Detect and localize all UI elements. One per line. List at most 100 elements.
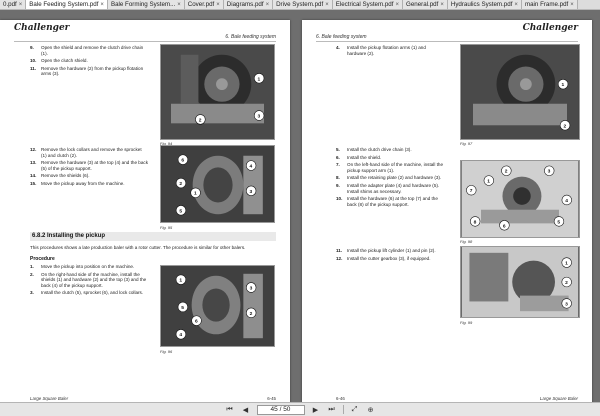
brand-logo: Challenger xyxy=(14,23,70,33)
step-text: On the left-hand side of the machine, in… xyxy=(347,162,444,173)
svg-text:1: 1 xyxy=(487,178,490,184)
tab-8[interactable]: Hydraulics System.pdf × xyxy=(447,0,522,9)
header-rule xyxy=(14,41,276,42)
figure-caption: Fig. 95 xyxy=(160,225,173,230)
tab-2[interactable]: Bale Forming System... × xyxy=(107,0,185,9)
close-tab-icon[interactable]: × xyxy=(325,0,329,9)
step-number: 6. xyxy=(336,154,340,160)
svg-text:1: 1 xyxy=(562,82,565,88)
steps-block-mid: 12. Remove the lock collars and remove th… xyxy=(30,147,148,189)
steps-block-bottom: 11. Install the pickup lift cylinder (1) … xyxy=(336,248,446,263)
svg-text:1: 1 xyxy=(565,261,568,267)
step-number: 8. xyxy=(336,175,340,181)
tab-1[interactable]: Bale Feeding System.pdf × xyxy=(26,0,108,9)
last-page-icon[interactable]: ⏭ xyxy=(327,405,337,415)
pdf-viewer-app: 0.pdf × Bale Feeding System.pdf × Bale Formi… xyxy=(0,0,600,416)
svg-text:1: 1 xyxy=(194,191,197,197)
tab-label: Hydraulics System.pdf xyxy=(450,1,513,8)
svg-text:6: 6 xyxy=(503,223,506,229)
figure-98: 7 1 2 3 4 5 6 8 xyxy=(460,160,580,238)
step-number: 14. xyxy=(30,173,37,179)
step-item: 14. Remove the shields (6). xyxy=(30,173,148,179)
tab-3[interactable]: Cover.pdf × xyxy=(184,0,224,9)
close-tab-icon[interactable]: × xyxy=(19,0,23,9)
close-tab-icon[interactable]: × xyxy=(177,0,181,9)
close-tab-icon[interactable]: × xyxy=(100,0,104,9)
figure-95: 6 2 1 4 3 5 xyxy=(160,145,275,223)
step-number: 3. xyxy=(30,290,34,296)
tab-label: General.pdf xyxy=(406,1,439,8)
step-item: 1. Move the pickup into position on the m… xyxy=(30,264,148,270)
close-tab-icon[interactable]: × xyxy=(216,0,220,9)
tab-label: Bale Feeding System.pdf xyxy=(29,1,99,8)
svg-text:4: 4 xyxy=(565,198,568,204)
fit-page-icon[interactable]: ⤢ xyxy=(350,405,360,415)
step-text: Install the clutch (5), sprocket (6), an… xyxy=(41,290,144,296)
step-number: 10. xyxy=(336,196,343,202)
tab-5[interactable]: Drive System.pdf × xyxy=(273,0,333,9)
next-page-icon[interactable]: ▶ xyxy=(311,405,321,415)
tab-label: 0.pdf xyxy=(3,1,17,8)
step-text: Install the clutch drive chain (3). xyxy=(347,147,412,152)
step-item: 12. Install the cutter gearbox (3), if eq… xyxy=(336,256,446,262)
step-item: 3. Install the clutch (5), sprocket (6), … xyxy=(30,290,148,296)
step-number: 9. xyxy=(336,182,340,188)
step-number: 12. xyxy=(30,147,37,152)
step-text: Remove the hardware (2) from the pickup … xyxy=(41,65,144,77)
page-left: Challenger 6. Bale feeding system 9. Open… xyxy=(0,20,290,410)
first-page-icon[interactable]: ⏮ xyxy=(225,405,235,415)
prev-page-icon[interactable]: ◀ xyxy=(241,405,251,415)
svg-text:8: 8 xyxy=(474,219,477,225)
step-item: 4. Install the pickup flotation arms (1) … xyxy=(336,45,446,56)
figure-99: 1 2 3 xyxy=(460,246,580,318)
figure-caption: Fig. 99 xyxy=(460,320,473,325)
step-text: Remove the hardware (3) at the top (4) a… xyxy=(41,160,148,171)
step-number: 9. xyxy=(30,45,34,50)
close-tab-icon[interactable]: × xyxy=(266,0,270,9)
machine-photo-98: 7 1 2 3 4 5 6 8 xyxy=(461,161,579,237)
step-number: 4. xyxy=(336,45,340,50)
tab-6[interactable]: Electrical System.pdf × xyxy=(332,0,403,9)
section-header: 6. Bale feeding system xyxy=(225,34,276,40)
machine-photo-94: 1 2 3 xyxy=(161,45,274,139)
page-right: 6. Bale feeding system Challenger 4. Inst… xyxy=(302,20,592,410)
svg-text:5: 5 xyxy=(557,219,560,225)
document-viewport[interactable]: Challenger 6. Bale feeding system 9. Open… xyxy=(0,10,600,410)
step-text: Install the hardware (6) at the top (7) … xyxy=(347,196,438,207)
close-tab-icon[interactable]: × xyxy=(395,0,399,9)
svg-text:2: 2 xyxy=(565,280,568,286)
tab-9[interactable]: main Frame.pdf × xyxy=(521,0,578,9)
page-number: 6-46 xyxy=(336,396,345,401)
step-text: Open the shield and remove the clutch dr… xyxy=(41,45,144,56)
tab-bar: 0.pdf × Bale Feeding System.pdf × Bale Formi… xyxy=(0,0,600,10)
tab-0[interactable]: 0.pdf × xyxy=(0,0,27,9)
step-text: Move the pickup into position on the mac… xyxy=(41,264,135,269)
steps-block-bottom: 1. Move the pickup into position on the m… xyxy=(30,264,148,298)
step-item: 11. Install the pickup lift cylinder (1) … xyxy=(336,248,446,254)
step-number: 11. xyxy=(336,248,343,253)
close-tab-icon[interactable]: × xyxy=(514,0,518,9)
svg-text:6: 6 xyxy=(195,319,198,325)
machine-photo-99: 1 2 3 xyxy=(461,247,579,317)
step-number: 13. xyxy=(30,160,37,166)
page-number-input[interactable]: 45 / 50 xyxy=(256,404,305,415)
svg-text:4: 4 xyxy=(179,332,182,338)
page-number: 6-45 xyxy=(267,396,276,401)
step-number: 7. xyxy=(336,162,340,168)
step-item: 5. Install the clutch drive chain (3). xyxy=(336,147,446,153)
close-tab-icon[interactable]: × xyxy=(440,0,444,9)
machine-photo-96: 1 5 6 3 2 4 xyxy=(161,266,274,346)
zoom-icon[interactable]: ⊕ xyxy=(366,405,376,415)
svg-text:5: 5 xyxy=(179,208,182,214)
section-heading: 6.8.2 Installing the pickup xyxy=(32,233,106,239)
close-tab-icon[interactable]: × xyxy=(570,0,574,9)
tab-4[interactable]: Diagrams.pdf × xyxy=(223,0,274,9)
step-text: Open the clutch shield. xyxy=(41,58,88,64)
step-item: 7. On the left-hand side of the machine, … xyxy=(336,162,446,173)
figure-caption: Fig. 98 xyxy=(460,239,473,244)
machine-photo-95: 6 2 1 4 3 5 xyxy=(161,146,274,222)
figure-97: 1 2 xyxy=(460,44,580,140)
steps-block-top: 4. Install the pickup flotation arms (1) … xyxy=(336,45,446,58)
tab-7[interactable]: General.pdf × xyxy=(403,0,448,9)
step-item: 9. Open the shield and remove the clutch … xyxy=(30,45,148,56)
